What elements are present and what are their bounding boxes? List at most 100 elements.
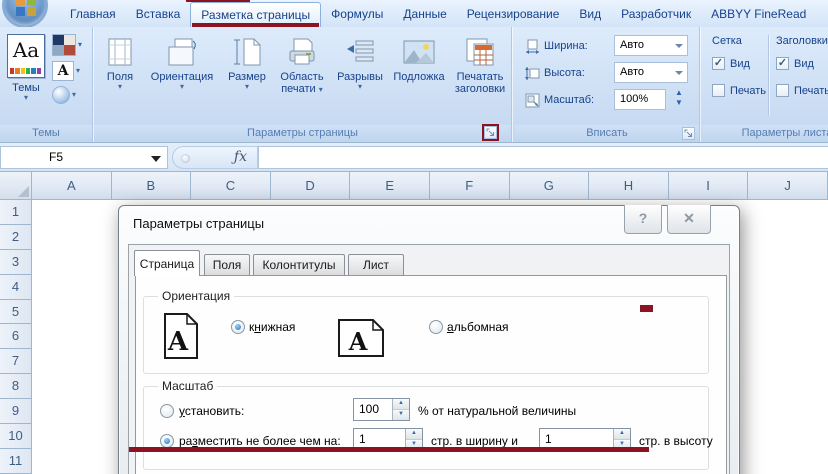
dialog-tab-polya[interactable]: Поля [204, 254, 250, 276]
row-header[interactable]: 10 [0, 424, 32, 449]
tab-dannye[interactable]: Данные [393, 2, 456, 27]
office-logo-square [16, 0, 25, 5]
insert-function-button[interactable]: ƒx [172, 146, 258, 169]
fit-to-radio[interactable] [160, 434, 174, 448]
landscape-label[interactable]: альбомная [447, 320, 509, 334]
adjust-percent-spinner[interactable]: 100 ▲ ▼ [353, 398, 410, 421]
tab-vid[interactable]: Вид [569, 2, 611, 27]
dialog-content: Страница Поля Колонтитулы Лист Ориентаци… [128, 244, 730, 474]
tab-razrabotchik[interactable]: Разработчик [611, 2, 701, 27]
column-header[interactable]: H [589, 172, 669, 200]
adjust-to-radio[interactable] [160, 404, 174, 418]
dialog-help-button[interactable]: ? [624, 205, 662, 234]
checkbox-unchecked-icon [712, 84, 725, 97]
print-area-button[interactable]: Область печати ▾ [272, 27, 332, 95]
spin-up-icon: ▲ [393, 399, 409, 410]
adjust-suffix-label: % от натуральной величины [418, 404, 577, 418]
landscape-radio[interactable] [429, 320, 443, 334]
dialog-close-button[interactable]: ✕ [667, 205, 711, 234]
tab-glavnaya[interactable]: Главная [60, 2, 126, 27]
spin-down-icon: ▼ [675, 98, 683, 107]
theme-fonts-button[interactable]: A ▾ [52, 61, 80, 81]
theme-effects-button[interactable]: ▾ [52, 86, 76, 104]
row-header[interactable]: 5 [0, 299, 32, 325]
dialog-tab-list[interactable]: Лист [348, 254, 404, 276]
tab-formuly[interactable]: Формулы [321, 2, 393, 27]
chevron-down-icon [675, 44, 683, 48]
tab-razmetka-stranicy[interactable]: Разметка страницы [190, 2, 322, 27]
name-box[interactable]: F5 [0, 146, 168, 169]
spin-down-icon: ▼ [393, 410, 409, 420]
background-button[interactable]: Подложка [388, 27, 450, 95]
gridlines-print-checkbox[interactable]: Печать [712, 84, 766, 97]
row-header[interactable]: 8 [0, 374, 32, 400]
fit-to-label[interactable]: разместить не более чем на: [179, 434, 341, 448]
column-header[interactable]: G [509, 172, 590, 200]
fit-dialog-launcher[interactable] [682, 127, 695, 140]
row-header[interactable]: 6 [0, 324, 32, 350]
tab-recenzirovanie[interactable]: Рецензирование [457, 2, 570, 27]
theme-effects-icon [52, 86, 70, 104]
column-header[interactable]: C [191, 172, 271, 200]
annotation-dash [640, 305, 653, 312]
tab-vstavka[interactable]: Вставка [126, 2, 191, 27]
column-header[interactable]: D [270, 172, 351, 200]
adjust-to-label[interactable]: установить: [179, 404, 244, 418]
tab-abbyy[interactable]: ABBYY FineRead [701, 2, 816, 27]
dialog-tab-kolontituly[interactable]: Колонтитулы [253, 254, 345, 276]
column-header[interactable]: A [32, 172, 112, 200]
portrait-radio[interactable] [231, 320, 245, 334]
scale-spinner[interactable]: 100% [614, 89, 666, 110]
theme-colors-button[interactable]: ▾ [52, 34, 82, 56]
scale-label: Масштаб: [544, 94, 595, 106]
row-header[interactable]: 3 [0, 249, 32, 275]
row-header[interactable]: 7 [0, 349, 32, 375]
size-button[interactable]: Размер ▾ [222, 27, 272, 95]
name-box-dropdown-icon[interactable] [151, 156, 161, 162]
row-header[interactable]: 4 [0, 274, 32, 300]
themes-icon: Aa [7, 34, 45, 78]
chevron-down-icon: ▾ [179, 82, 184, 91]
size-icon [232, 33, 262, 71]
portrait-label[interactable]: книжная [249, 320, 295, 334]
row-header[interactable]: 9 [0, 399, 32, 425]
select-all-button[interactable] [0, 172, 32, 200]
column-header[interactable]: E [350, 172, 430, 200]
height-label: Высота: [544, 67, 585, 79]
row-header[interactable]: 2 [0, 224, 32, 250]
column-header[interactable]: B [111, 172, 192, 200]
chevron-down-icon: ▾ [117, 82, 122, 91]
chevron-down-icon: ▾ [23, 93, 28, 102]
themes-button[interactable]: Aa Темы ▾ [4, 28, 48, 102]
dialog-tab-stranica[interactable]: Страница [134, 250, 200, 276]
annotation-fit-row-underline [129, 447, 649, 452]
print-area-icon [286, 33, 318, 71]
chevron-down-icon: ▾ [244, 82, 249, 91]
group-sheet-options: Сетка ✓ Вид Печать Заголовки ✓ Вид Печат… [702, 27, 828, 142]
width-combo[interactable]: Авто [614, 35, 688, 56]
page-setup-dialog-launcher[interactable] [484, 126, 497, 139]
scale-spin-buttons[interactable]: ▲ ▼ [675, 89, 683, 107]
column-header[interactable]: I [668, 172, 749, 200]
spin-up-icon: ▲ [406, 429, 422, 440]
margins-button[interactable]: Поля ▾ [98, 27, 142, 95]
row-header[interactable]: 1 [0, 200, 32, 225]
height-combo[interactable]: Авто [614, 62, 688, 83]
row-header[interactable]: 11 [0, 448, 32, 474]
headings-print-checkbox[interactable]: Печать [776, 84, 828, 97]
formula-input[interactable] [258, 146, 828, 169]
headings-view-checkbox[interactable]: ✓ Вид [776, 57, 814, 70]
ribbon-tab-bar: Главная Вставка Разметка страницы Формул… [0, 0, 828, 28]
column-header[interactable]: J [748, 172, 828, 200]
row-headers: 1 2 3 4 5 6 7 8 9 10 11 12 [0, 200, 32, 474]
orientation-button[interactable]: Ориентация ▾ [142, 27, 222, 95]
group-scale-to-fit: Ширина: Авто Высота: Авто Масштаб: 100% … [515, 27, 700, 142]
office-button[interactable] [2, 0, 48, 28]
group-sheet-options-label: Параметры листа [702, 125, 828, 142]
column-header[interactable]: F [429, 172, 510, 200]
breaks-button[interactable]: Разрывы ▾ [332, 27, 388, 95]
gridlines-view-checkbox[interactable]: ✓ Вид [712, 57, 750, 70]
theme-fonts-icon: A [52, 61, 74, 81]
print-titles-button[interactable]: Печатать заголовки [450, 27, 510, 95]
divider [768, 35, 769, 115]
